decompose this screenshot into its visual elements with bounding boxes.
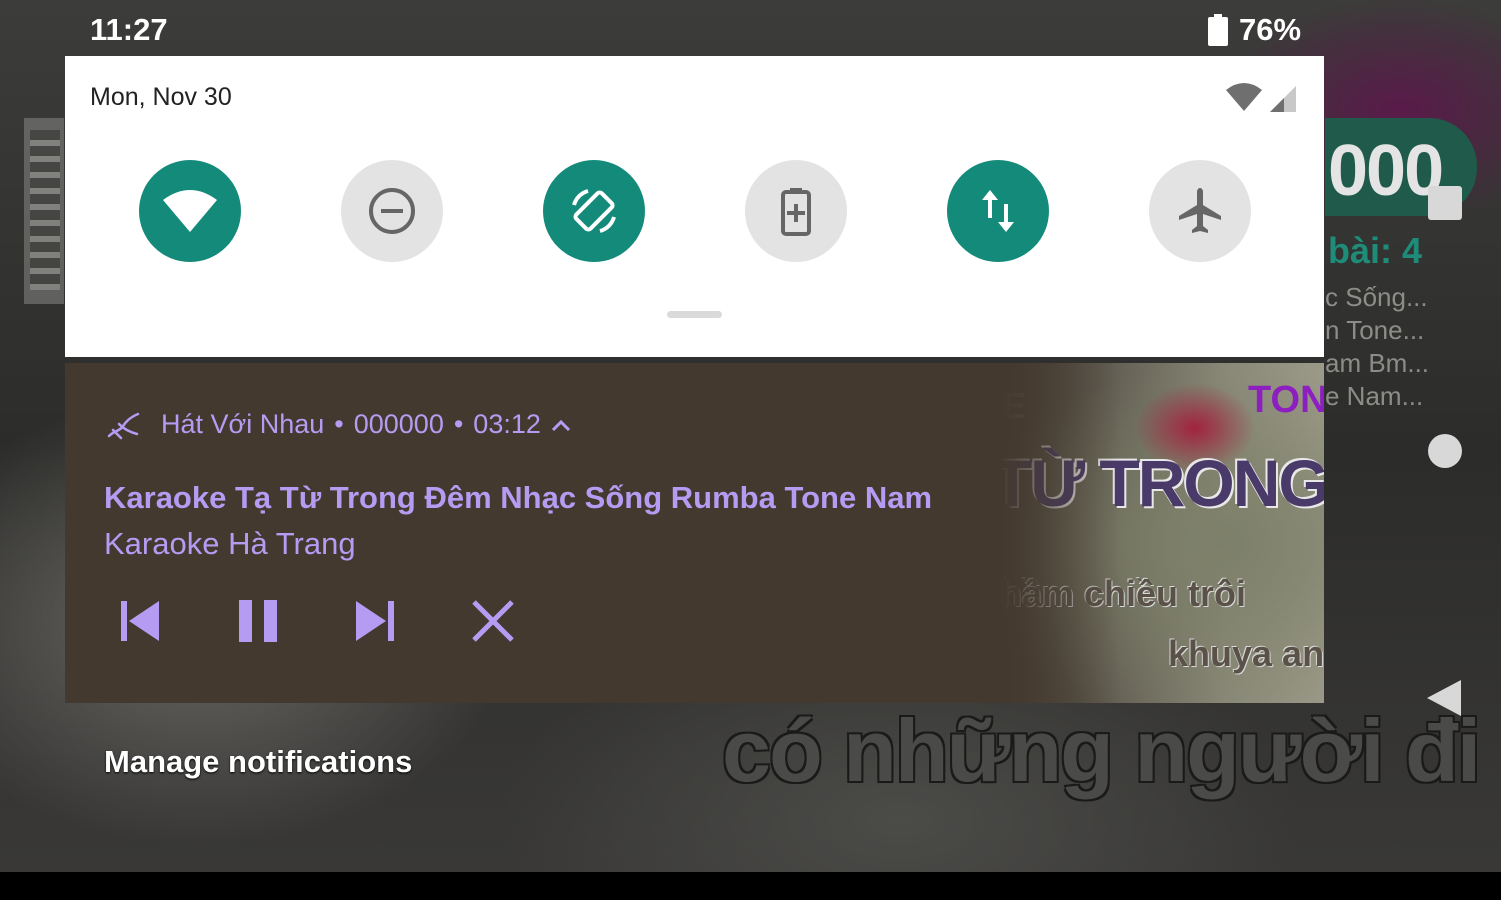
album-art: E TON TỪ TRONG Đ hầm chiều trôi khuya an… [1000, 363, 1324, 703]
playlist-item: n Tone... [1325, 315, 1425, 345]
cellular-signal-icon [1270, 86, 1296, 112]
airplane-mode-tile[interactable] [1149, 160, 1251, 262]
close-button[interactable] [465, 593, 521, 649]
skip-previous-icon [121, 601, 159, 641]
manage-notifications-button[interactable]: Manage notifications [104, 744, 412, 780]
header-separator: • [453, 409, 464, 439]
album-art-lyric: khuya anh [1168, 633, 1324, 674]
background-lyric: có những người đi [722, 701, 1481, 800]
recents-button[interactable] [1428, 186, 1462, 220]
quick-settings-drag-handle[interactable] [667, 311, 722, 318]
media-app-name: Hát Với Nhau [161, 409, 325, 439]
track-artist: Karaoke Hà Trang [104, 526, 356, 561]
app-icon [107, 412, 140, 439]
skip-next-icon [356, 601, 394, 641]
next-button[interactable] [347, 593, 403, 649]
status-clock: 11:27 [90, 12, 168, 47]
home-button[interactable] [1428, 434, 1462, 468]
quick-settings-panel: Mon, Nov 30 [65, 56, 1324, 357]
mobile-data-icon [982, 190, 1014, 232]
battery-saver-icon [781, 188, 811, 236]
track-title: Karaoke Tạ Từ Trong Đêm Nhạc Sống Rumba … [104, 480, 933, 515]
bottom-edge [0, 872, 1501, 900]
chevron-up-icon[interactable] [551, 418, 571, 432]
battery-percent: 76% [1239, 12, 1302, 47]
back-icon[interactable] [1425, 678, 1463, 718]
album-art-tone-label: TON [1248, 379, 1324, 421]
wifi-tile[interactable] [139, 160, 241, 262]
qr-code-pattern [30, 130, 60, 290]
media-subtext: 000000 [353, 409, 444, 439]
playlist-item: e Nam... [1325, 381, 1424, 411]
auto-rotate-tile[interactable] [543, 160, 645, 262]
quick-settings-date: Mon, Nov 30 [90, 83, 232, 111]
pause-button[interactable] [230, 593, 286, 649]
auto-rotate-icon [572, 189, 616, 233]
previous-button[interactable] [112, 593, 168, 649]
do-not-disturb-tile[interactable] [341, 160, 443, 262]
status-bar: 11:27 76% [0, 0, 1501, 56]
media-notification[interactable]: E TON TỪ TRONG Đ hầm chiều trôi khuya an… [65, 363, 1324, 703]
battery-saver-tile[interactable] [745, 160, 847, 262]
media-time: 03:12 [473, 409, 541, 439]
close-icon [472, 600, 514, 642]
pause-icon [239, 600, 277, 642]
mobile-data-tile[interactable] [947, 160, 1049, 262]
wifi-signal-icon [1226, 83, 1262, 111]
playlist-item: am Bm... [1325, 348, 1430, 378]
header-separator: • [334, 409, 344, 439]
airplane-icon [1179, 188, 1221, 233]
battery-icon [1208, 14, 1228, 46]
song-count: bài: 4 [1328, 230, 1423, 271]
media-notification-header[interactable]: Hát Với Nhau • 000000 • 03:12 [105, 409, 571, 440]
do-not-disturb-icon [369, 188, 415, 234]
score-value: 000 [1328, 131, 1444, 211]
playlist-item: c Sống... [1325, 282, 1428, 312]
album-art-fade [1000, 363, 1120, 703]
wifi-icon [163, 190, 217, 232]
